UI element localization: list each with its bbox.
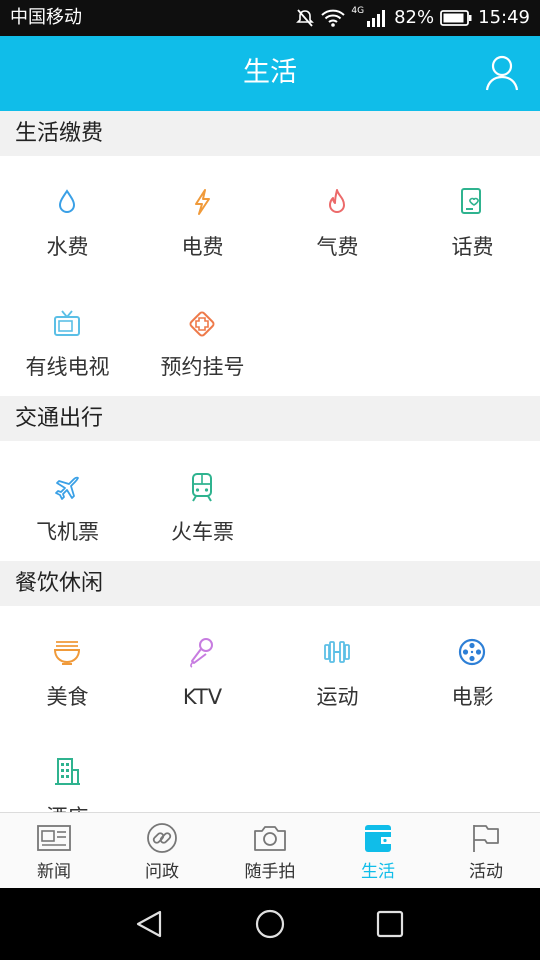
recents-button[interactable] (374, 908, 406, 940)
nav-tab-snapshot[interactable]: 随手拍 (216, 813, 324, 888)
service-train-ticket[interactable]: 火车票 (135, 441, 270, 561)
back-triangle-icon (136, 910, 162, 938)
wifi-icon (321, 9, 346, 27)
user-icon (485, 55, 519, 91)
nav-tab-politics[interactable]: 问政 (108, 813, 216, 888)
service-label: 话费 (451, 235, 494, 259)
service-flight-ticket[interactable]: 飞机票 (0, 441, 135, 561)
page-title: 生活 (243, 57, 297, 88)
section-header-bills: 生活缴费 (0, 111, 540, 156)
recents-square-icon (376, 910, 404, 938)
app-header: 生活 (0, 36, 540, 111)
clock: 15:49 (478, 7, 530, 28)
train-icon (187, 471, 217, 503)
services-list[interactable]: 生活缴费 水费 电费 气费 话费 有线电视 预约挂号 交通出行 飞机票 火车票 … (0, 111, 540, 812)
wallet-icon (360, 822, 396, 854)
service-label: 水费 (46, 235, 89, 259)
nav-label: 生活 (361, 862, 395, 882)
service-movie[interactable]: 电影 (405, 606, 540, 726)
service-cable-tv[interactable]: 有线电视 (0, 276, 135, 396)
service-label: 火车票 (171, 520, 234, 544)
service-label: KTV (182, 685, 223, 709)
battery-icon (440, 9, 472, 27)
service-label: 电费 (181, 235, 224, 259)
service-food[interactable]: 美食 (0, 606, 135, 726)
service-hotel[interactable]: 酒店 (0, 726, 135, 812)
service-phone-bill[interactable]: 话费 (405, 156, 540, 276)
nav-label: 问政 (145, 862, 179, 882)
noodle-bowl-icon (52, 636, 82, 668)
lightning-icon (187, 186, 217, 218)
status-indicators: 4G 82% 15:49 (295, 5, 530, 31)
service-label: 预约挂号 (160, 355, 245, 379)
home-button[interactable] (254, 908, 286, 940)
nav-label: 随手拍 (244, 862, 296, 882)
hotel-building-icon (52, 756, 82, 788)
service-gas-bill[interactable]: 气费 (270, 156, 405, 276)
service-appointment[interactable]: 预约挂号 (135, 276, 270, 396)
section-header-leisure: 餐饮休闲 (0, 561, 540, 606)
flag-icon (468, 822, 504, 854)
nav-tab-activity[interactable]: 活动 (432, 813, 540, 888)
medical-cross-icon (187, 308, 217, 340)
status-bar: 中国移动 4G 82% 15:49 (0, 0, 540, 36)
battery-percent: 82% (394, 7, 435, 28)
dumbbell-icon (322, 636, 352, 668)
back-button[interactable] (134, 908, 166, 940)
service-water-bill[interactable]: 水费 (0, 156, 135, 276)
link-icon (144, 822, 180, 854)
flame-icon (322, 186, 352, 218)
nav-label: 新闻 (37, 862, 71, 882)
water-drop-icon (52, 186, 82, 218)
section-header-transport: 交通出行 (0, 396, 540, 441)
mute-icon (295, 8, 315, 28)
nav-tab-life[interactable]: 生活 (324, 813, 432, 888)
nav-label: 活动 (469, 862, 503, 882)
camera-icon (252, 822, 288, 854)
service-ktv[interactable]: KTV (135, 606, 270, 726)
service-label: 飞机票 (36, 520, 99, 544)
nav-tab-news[interactable]: 新闻 (0, 813, 108, 888)
bills-grid: 水费 电费 气费 话费 有线电视 预约挂号 (0, 156, 540, 396)
film-reel-icon (457, 636, 487, 668)
service-label: 酒店 (0, 804, 135, 812)
signal-icon (366, 9, 388, 27)
newspaper-icon (36, 822, 72, 854)
airplane-icon (52, 471, 82, 503)
microphone-icon (187, 636, 217, 668)
transport-grid: 飞机票 火车票 (0, 441, 540, 561)
network-type: 4G (351, 6, 365, 16)
profile-button[interactable] (484, 54, 520, 92)
service-label: 运动 (316, 685, 359, 709)
system-nav-bar (0, 888, 540, 960)
service-electricity-bill[interactable]: 电费 (135, 156, 270, 276)
service-label: 美食 (46, 685, 89, 709)
bottom-nav: 新闻 问政 随手拍 生活 活动 (0, 812, 540, 888)
home-circle-icon (255, 909, 285, 939)
service-sports[interactable]: 运动 (270, 606, 405, 726)
carrier-name: 中国移动 (10, 7, 82, 28)
tv-icon (52, 308, 82, 340)
service-label: 有线电视 (25, 355, 110, 379)
leisure-grid: 美食 KTV 运动 电影 酒店 (0, 606, 540, 812)
service-label: 气费 (316, 235, 359, 259)
service-label: 电影 (451, 685, 494, 709)
phone-bill-icon (457, 186, 487, 218)
